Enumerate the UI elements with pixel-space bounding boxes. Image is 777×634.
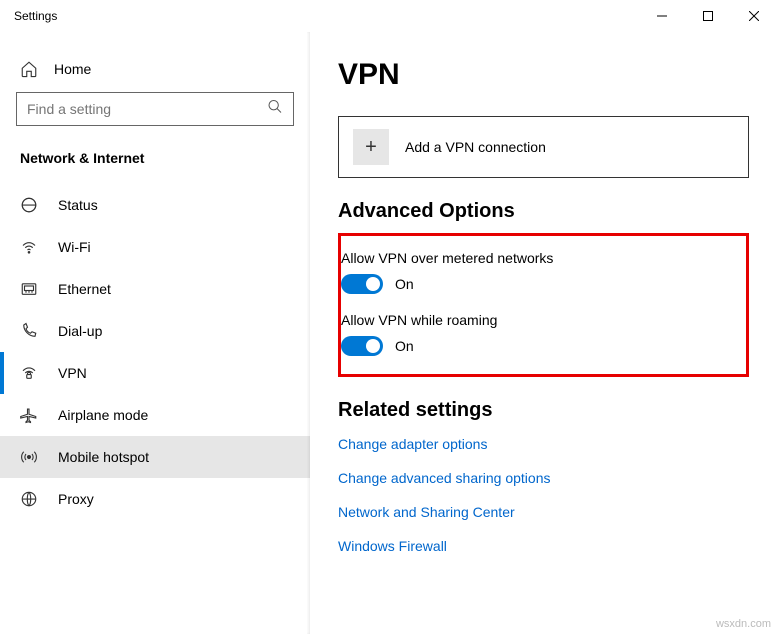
sidebar-item-label: Dial-up <box>58 323 102 339</box>
sidebar-item-airplane[interactable]: Airplane mode <box>0 394 310 436</box>
sidebar-item-label: Ethernet <box>58 281 111 297</box>
link-windows-firewall[interactable]: Windows Firewall <box>338 538 749 554</box>
wifi-icon <box>20 238 38 256</box>
plus-icon: + <box>353 129 389 165</box>
proxy-icon <box>20 490 38 508</box>
ethernet-icon <box>20 280 38 298</box>
sidebar-item-ethernet[interactable]: Ethernet <box>0 268 310 310</box>
home-icon <box>20 60 38 78</box>
sidebar-item-label: VPN <box>58 365 87 381</box>
window-title: Settings <box>8 9 57 23</box>
advanced-options-highlight: Allow VPN over metered networks On Allow… <box>338 233 749 377</box>
sidebar: Home Network & Internet Status Wi-Fi Eth <box>0 32 310 634</box>
link-network-sharing-center[interactable]: Network and Sharing Center <box>338 504 749 520</box>
toggle-state-metered: On <box>395 276 414 292</box>
add-vpn-label: Add a VPN connection <box>405 139 546 155</box>
status-icon <box>20 196 38 214</box>
setting-label-metered: Allow VPN over metered networks <box>341 250 732 266</box>
toggle-roaming[interactable] <box>341 336 383 356</box>
toggle-state-roaming: On <box>395 338 414 354</box>
link-advanced-sharing[interactable]: Change advanced sharing options <box>338 470 749 486</box>
toggle-metered[interactable] <box>341 274 383 294</box>
close-button[interactable] <box>731 0 777 32</box>
search-icon <box>267 99 283 120</box>
sidebar-item-hotspot[interactable]: Mobile hotspot <box>0 436 310 478</box>
minimize-button[interactable] <box>639 0 685 32</box>
vpn-icon <box>20 364 38 382</box>
advanced-options-heading: Advanced Options <box>338 200 749 223</box>
main-content: VPN + Add a VPN connection Advanced Opti… <box>310 32 777 634</box>
titlebar: Settings <box>0 0 777 32</box>
sidebar-section-title: Network & Internet <box>0 150 310 184</box>
add-vpn-button[interactable]: + Add a VPN connection <box>338 116 749 178</box>
watermark: wsxdn.com <box>716 618 771 630</box>
sidebar-item-label: Proxy <box>58 491 94 507</box>
sidebar-item-label: Airplane mode <box>58 407 148 423</box>
link-adapter-options[interactable]: Change adapter options <box>338 436 749 452</box>
dialup-icon <box>20 322 38 340</box>
sidebar-item-dialup[interactable]: Dial-up <box>0 310 310 352</box>
hotspot-icon <box>20 448 38 466</box>
home-label: Home <box>54 61 91 77</box>
setting-label-roaming: Allow VPN while roaming <box>341 312 732 328</box>
search-input[interactable] <box>17 101 293 117</box>
sidebar-item-label: Status <box>58 197 98 213</box>
sidebar-item-label: Wi-Fi <box>58 239 91 255</box>
sidebar-item-proxy[interactable]: Proxy <box>0 478 310 520</box>
related-settings-heading: Related settings <box>338 399 749 422</box>
airplane-icon <box>20 406 38 424</box>
sidebar-item-vpn[interactable]: VPN <box>0 352 310 394</box>
home-nav[interactable]: Home <box>0 52 310 92</box>
sidebar-item-status[interactable]: Status <box>0 184 310 226</box>
search-box[interactable] <box>16 92 294 126</box>
sidebar-item-label: Mobile hotspot <box>58 449 149 465</box>
page-title: VPN <box>338 58 749 92</box>
sidebar-item-wifi[interactable]: Wi-Fi <box>0 226 310 268</box>
maximize-button[interactable] <box>685 0 731 32</box>
